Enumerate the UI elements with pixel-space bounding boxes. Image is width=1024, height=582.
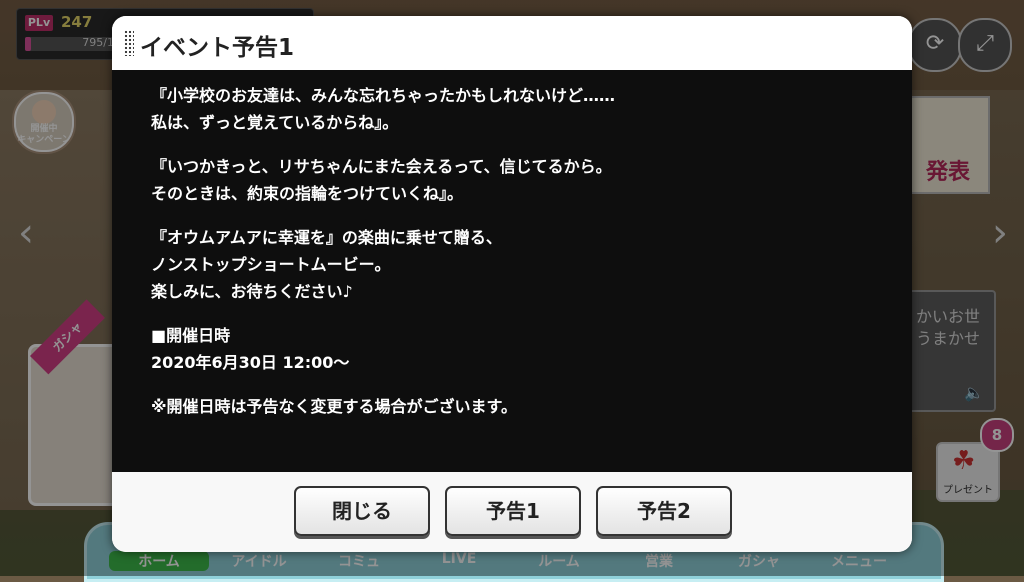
message-line: 2020年6月30日 12:00〜 — [151, 353, 350, 372]
message-paragraph: 『小学校のお友達は、みんな忘れちゃったかもしれないけど…… 私は、ずっと覚えている… — [151, 82, 871, 136]
grip-icon — [124, 30, 134, 56]
dialog-header: イベント予告1 — [112, 16, 912, 70]
close-button[interactable]: 閉じる — [294, 486, 430, 536]
message-line: 私は、ずっと覚えているからね』。 — [151, 113, 399, 132]
message-paragraph: ■開催日時 2020年6月30日 12:00〜 — [151, 322, 871, 376]
preview-1-button[interactable]: 予告1 — [445, 486, 581, 536]
message-paragraph: ※開催日時は予告なく変更する場合がございます。 — [151, 393, 871, 420]
message-line: 『小学校のお友達は、みんな忘れちゃったかもしれないけど…… — [151, 86, 616, 105]
message-line: 『オウムアムアに幸運を』の楽曲に乗せて贈る、 — [151, 228, 502, 247]
dialog-footer: 閉じる 予告1 予告2 — [112, 472, 912, 552]
dialog-message: 『小学校のお友達は、みんな忘れちゃったかもしれないけど…… 私は、ずっと覚えている… — [151, 82, 871, 437]
message-line: 『いつかきっと、リサちゃんにまた会えるって、信じてるから。 — [151, 157, 612, 176]
message-line: ※開催日時は予告なく変更する場合がございます。 — [151, 397, 517, 416]
message-paragraph: 『オウムアムアに幸運を』の楽曲に乗せて贈る、 ノンストップショートムービー。 楽しみ… — [151, 224, 871, 305]
event-preview-dialog: イベント予告1 『小学校のお友達は、みんな忘れちゃったかもしれないけど…… 私は、… — [112, 16, 912, 552]
dialog-body-scroll[interactable]: 『小学校のお友達は、みんな忘れちゃったかもしれないけど…… 私は、ずっと覚えている… — [112, 70, 912, 472]
message-line: そのときは、約束の指輪をつけていくね』。 — [151, 184, 464, 203]
message-paragraph: 『いつかきっと、リサちゃんにまた会えるって、信じてるから。 そのときは、約束の指輪… — [151, 153, 871, 207]
message-line: ■開催日時 — [151, 326, 231, 345]
preview-2-button[interactable]: 予告2 — [596, 486, 732, 536]
dialog-title: イベント予告1 — [140, 35, 295, 61]
message-line: 楽しみに、お待ちください♪ — [151, 282, 353, 301]
message-line: ノンストップショートムービー。 — [151, 255, 391, 274]
